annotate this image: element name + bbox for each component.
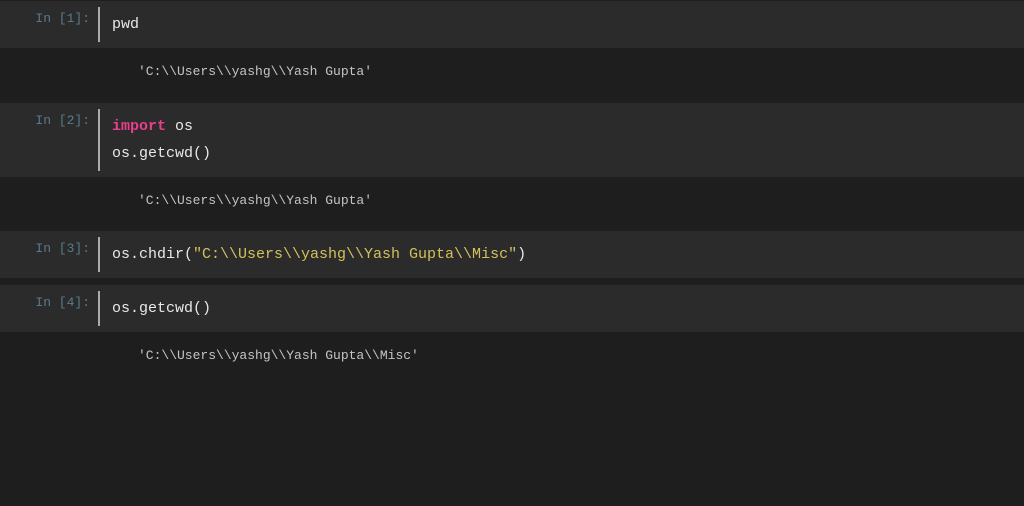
module-name: os (166, 118, 193, 135)
code-input-area[interactable]: pwd (100, 1, 1024, 48)
output-text: 'C:\\Users\\yashg\\Yash Gupta' (98, 62, 1024, 82)
function-call: os.chdir( (112, 246, 193, 263)
output-text: 'C:\\Users\\yashg\\Yash Gupta' (98, 191, 1024, 211)
input-prompt: In [2]: (0, 103, 98, 177)
code-input-area[interactable]: os.chdir("C:\\Users\\yashg\\Yash Gupta\\… (100, 231, 1024, 278)
output-text: 'C:\\Users\\yashg\\Yash Gupta\\Misc' (98, 346, 1024, 366)
code-input-area[interactable]: os.getcwd() (100, 285, 1024, 332)
code-cell[interactable]: In [2]: import os os.getcwd() (0, 102, 1024, 177)
input-prompt: In [4]: (0, 285, 98, 332)
output-cell: 'C:\\Users\\yashg\\Yash Gupta' (0, 48, 1024, 96)
code-input-area[interactable]: import os os.getcwd() (100, 103, 1024, 177)
code-cell[interactable]: In [1]: pwd (0, 0, 1024, 48)
output-prompt (0, 62, 98, 82)
code-line: pwd (112, 11, 1012, 38)
code-cell[interactable]: In [3]: os.chdir("C:\\Users\\yashg\\Yash… (0, 230, 1024, 278)
code-line: os.chdir("C:\\Users\\yashg\\Yash Gupta\\… (112, 241, 1012, 268)
function-call-end: ) (517, 246, 526, 263)
output-prompt (0, 191, 98, 211)
output-prompt (0, 346, 98, 366)
code-cell[interactable]: In [4]: os.getcwd() (0, 284, 1024, 332)
keyword-import: import (112, 118, 166, 135)
input-prompt: In [1]: (0, 1, 98, 48)
string-literal: "C:\\Users\\yashg\\Yash Gupta\\Misc" (193, 246, 517, 263)
code-line: os.getcwd() (112, 295, 1012, 322)
output-cell: 'C:\\Users\\yashg\\Yash Gupta\\Misc' (0, 332, 1024, 380)
output-cell: 'C:\\Users\\yashg\\Yash Gupta' (0, 177, 1024, 225)
code-line: os.getcwd() (112, 140, 1012, 167)
input-prompt: In [3]: (0, 231, 98, 278)
code-line: import os (112, 113, 1012, 140)
